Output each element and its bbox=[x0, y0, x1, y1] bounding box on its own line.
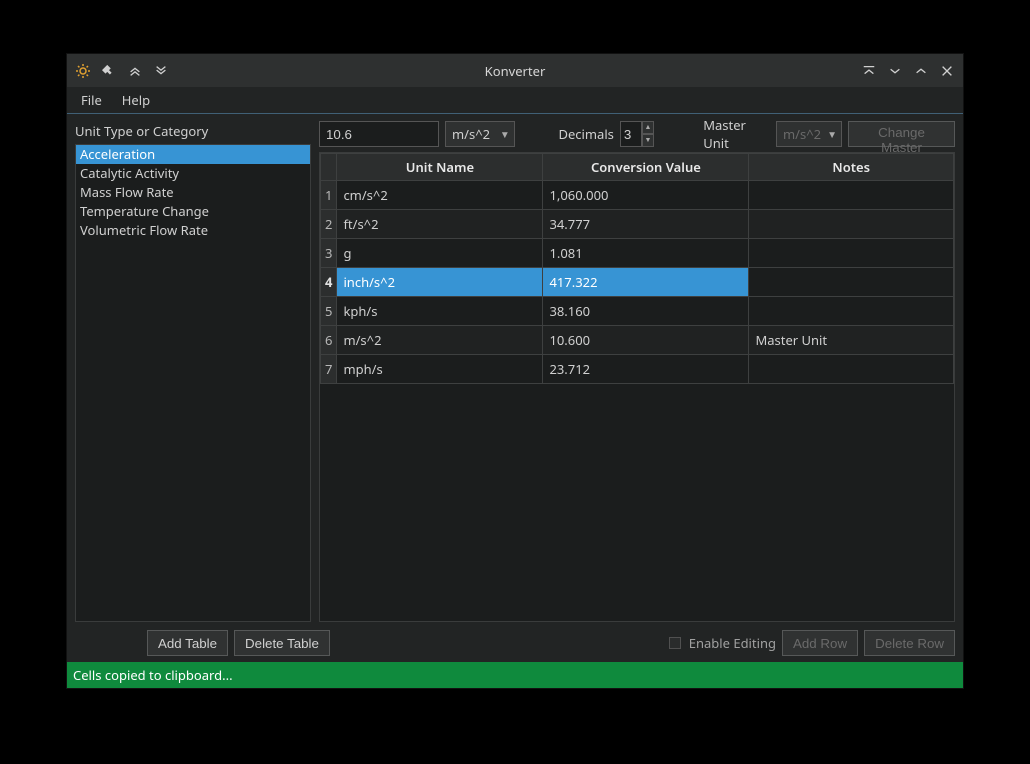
menubar: File Help bbox=[67, 87, 963, 114]
row-number[interactable]: 1 bbox=[321, 181, 337, 210]
cell-conversion-value[interactable]: 1,060.000 bbox=[543, 181, 749, 210]
status-bar: Cells copied to clipboard... bbox=[67, 662, 963, 688]
row-number[interactable]: 2 bbox=[321, 210, 337, 239]
cell-unit-name[interactable]: ft/s^2 bbox=[337, 210, 543, 239]
shade-up-icon[interactable] bbox=[861, 63, 877, 79]
cell-conversion-value[interactable]: 38.160 bbox=[543, 297, 749, 326]
master-unit-value: m/s^2 bbox=[783, 125, 821, 143]
category-list[interactable]: AccelerationCatalytic ActivityMass Flow … bbox=[75, 144, 311, 622]
minimize-icon[interactable] bbox=[887, 63, 903, 79]
cell-unit-name[interactable]: g bbox=[337, 239, 543, 268]
cell-notes[interactable] bbox=[749, 181, 954, 210]
category-item[interactable]: Mass Flow Rate bbox=[76, 183, 310, 202]
table-row[interactable]: 2ft/s^234.777 bbox=[321, 210, 954, 239]
cell-conversion-value[interactable]: 1.081 bbox=[543, 239, 749, 268]
chevron-down-icon: ▼ bbox=[500, 127, 510, 141]
add-row-button[interactable]: Add Row bbox=[782, 630, 858, 656]
menu-help[interactable]: Help bbox=[114, 88, 158, 112]
cell-conversion-value[interactable]: 417.322 bbox=[543, 268, 749, 297]
double-chevron-down-icon[interactable] bbox=[153, 63, 169, 79]
category-item[interactable]: Catalytic Activity bbox=[76, 164, 310, 183]
enable-editing-label: Enable Editing bbox=[689, 634, 776, 652]
cell-notes[interactable] bbox=[749, 268, 954, 297]
cell-notes[interactable] bbox=[749, 297, 954, 326]
enable-editing-checkbox[interactable]: Enable Editing bbox=[669, 634, 776, 652]
row-number[interactable]: 5 bbox=[321, 297, 337, 326]
category-item[interactable]: Volumetric Flow Rate bbox=[76, 221, 310, 240]
checkbox-icon bbox=[669, 637, 681, 649]
decimals-spinner[interactable]: ▲ ▼ bbox=[620, 121, 654, 147]
window-title: Konverter bbox=[67, 62, 963, 80]
menu-file[interactable]: File bbox=[73, 88, 110, 112]
table-corner bbox=[321, 154, 337, 181]
cell-conversion-value[interactable]: 34.777 bbox=[543, 210, 749, 239]
decimals-label: Decimals bbox=[558, 125, 613, 143]
window: Konverter File Help Unit Type or Categor… bbox=[66, 53, 964, 689]
category-item[interactable]: Temperature Change bbox=[76, 202, 310, 221]
status-text: Cells copied to clipboard... bbox=[73, 666, 233, 684]
app-icon bbox=[75, 63, 91, 79]
maximize-icon[interactable] bbox=[913, 63, 929, 79]
value-input[interactable] bbox=[319, 121, 439, 147]
spin-down-icon[interactable]: ▼ bbox=[642, 134, 654, 147]
row-number[interactable]: 3 bbox=[321, 239, 337, 268]
table-row[interactable]: 1cm/s^21,060.000 bbox=[321, 181, 954, 210]
category-item[interactable]: Acceleration bbox=[76, 145, 310, 164]
col-notes[interactable]: Notes bbox=[749, 154, 954, 181]
col-conversion-value[interactable]: Conversion Value bbox=[543, 154, 749, 181]
cell-notes[interactable] bbox=[749, 239, 954, 268]
delete-row-button[interactable]: Delete Row bbox=[864, 630, 955, 656]
decimals-input[interactable] bbox=[620, 121, 642, 147]
change-master-button[interactable]: Change Master bbox=[848, 121, 955, 147]
table-row[interactable]: 5kph/s38.160 bbox=[321, 297, 954, 326]
cell-unit-name[interactable]: inch/s^2 bbox=[337, 268, 543, 297]
close-icon[interactable] bbox=[939, 63, 955, 79]
delete-table-button[interactable]: Delete Table bbox=[234, 630, 330, 656]
category-label: Unit Type or Category bbox=[75, 120, 311, 144]
add-table-button[interactable]: Add Table bbox=[147, 630, 228, 656]
cell-unit-name[interactable]: m/s^2 bbox=[337, 326, 543, 355]
cell-notes[interactable]: Master Unit bbox=[749, 326, 954, 355]
pin-icon[interactable] bbox=[101, 63, 117, 79]
double-chevron-up-icon[interactable] bbox=[127, 63, 143, 79]
titlebar: Konverter bbox=[67, 54, 963, 87]
chevron-down-icon: ▼ bbox=[827, 127, 837, 141]
spin-up-icon[interactable]: ▲ bbox=[642, 121, 654, 134]
row-number[interactable]: 6 bbox=[321, 326, 337, 355]
cell-unit-name[interactable]: mph/s bbox=[337, 355, 543, 384]
cell-conversion-value[interactable]: 23.712 bbox=[543, 355, 749, 384]
table-row[interactable]: 3g1.081 bbox=[321, 239, 954, 268]
col-unit-name[interactable]: Unit Name bbox=[337, 154, 543, 181]
table-row[interactable]: 7mph/s23.712 bbox=[321, 355, 954, 384]
table-row[interactable]: 4inch/s^2417.322 bbox=[321, 268, 954, 297]
row-number[interactable]: 7 bbox=[321, 355, 337, 384]
master-unit-combo: m/s^2 ▼ bbox=[776, 121, 842, 147]
master-unit-label: Master Unit bbox=[703, 116, 770, 152]
table-row[interactable]: 6m/s^210.600Master Unit bbox=[321, 326, 954, 355]
cell-conversion-value[interactable]: 10.600 bbox=[543, 326, 749, 355]
unit-combo-value: m/s^2 bbox=[452, 125, 490, 143]
cell-notes[interactable] bbox=[749, 210, 954, 239]
conversion-table[interactable]: Unit Name Conversion Value Notes 1cm/s^2… bbox=[320, 153, 954, 384]
cell-unit-name[interactable]: cm/s^2 bbox=[337, 181, 543, 210]
unit-combo[interactable]: m/s^2 ▼ bbox=[445, 121, 515, 147]
row-number[interactable]: 4 bbox=[321, 268, 337, 297]
cell-notes[interactable] bbox=[749, 355, 954, 384]
cell-unit-name[interactable]: kph/s bbox=[337, 297, 543, 326]
